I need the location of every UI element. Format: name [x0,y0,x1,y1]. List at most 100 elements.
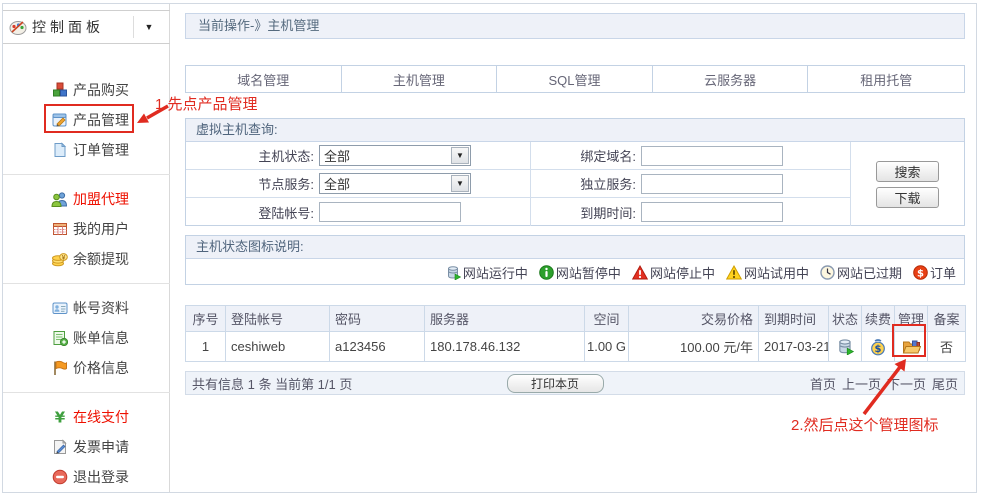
sidebar-item-logout[interactable]: 退出登录 [3,462,170,492]
cell-price: 100.00 元/年 [629,332,759,362]
chevron-down-icon[interactable]: ▼ [451,175,469,192]
field-node-service: 节点服务: 全部 ▼ [186,170,531,198]
site-running-icon [446,265,461,280]
cell-index: 1 [186,332,226,362]
sidebar-group-products: 产品购买 产品管理 订单管理 [3,66,170,174]
sidebar-item-label: 产品购买 [73,80,129,100]
legend-site-expired: 网站已过期 [820,263,902,282]
col-space: 空间 [585,306,629,332]
field-login-account: 登陆帐号: [186,198,531,226]
site-expired-icon [820,265,835,280]
expire-time-label: 到期时间: [531,203,641,222]
sidebar-item-label: 退出登录 [73,467,129,487]
site-running-icon[interactable] [837,338,854,355]
sidebar-item-label: 我的用户 [73,219,129,239]
cell-manage [895,332,928,362]
tab-host-manage[interactable]: 主机管理 [342,66,498,92]
login-account-label: 登陆帐号: [186,203,319,222]
site-stopped-icon [632,265,648,280]
node-service-select[interactable]: 全部 ▼ [319,173,471,194]
pagination-first[interactable]: 首页 [810,374,836,393]
renew-money-icon[interactable]: $ [869,338,887,356]
chevron-down-icon[interactable]: ▼ [134,22,164,32]
sidebar-header-dropdown[interactable]: 控制面板 ▼ [3,10,170,44]
svg-text:$: $ [917,268,924,279]
sidebar-group-payment: ¥ 在线支付 发票申请 退出登录 [3,392,170,500]
chevron-down-icon[interactable]: ▼ [451,147,469,164]
host-status-value: 全部 [324,146,350,165]
sidebar-item-billing-info[interactable]: 账单信息 [3,323,170,353]
independent-service-input[interactable] [641,174,783,194]
field-expire-time: 到期时间: [531,198,851,226]
legend-site-running: 网站运行中 [446,263,528,282]
bound-domain-input[interactable] [641,146,783,166]
host-status-select[interactable]: 全部 ▼ [319,145,471,166]
cell-beian[interactable]: 否 [928,332,966,362]
pagination-next[interactable]: 下一页 [887,374,926,393]
sidebar-item-my-users[interactable]: 我的用户 [3,214,170,244]
pagination-bar: 共有信息 1 条 当前第 1/1 页 打印本页 首页 上一页 下一页 尾页 [185,371,965,395]
tab-cloud-server[interactable]: 云服务器 [653,66,809,92]
order-dollar-icon: $ [913,265,928,280]
print-page-button[interactable]: 打印本页 [507,374,604,393]
sidebar-item-online-pay[interactable]: ¥ 在线支付 [3,402,170,432]
invoice-icon [51,439,68,456]
sidebar-item-price-info[interactable]: 价格信息 [3,353,170,383]
logout-icon [51,469,68,486]
svg-text:¥: ¥ [62,255,66,262]
sidebar-groups: 产品购买 产品管理 订单管理 [3,44,170,500]
download-button[interactable]: 下载 [876,187,939,208]
pagination-prev[interactable]: 上一页 [842,374,881,393]
breadcrumb: 当前操作-》主机管理 [185,13,965,39]
col-status: 状态 [829,306,862,332]
legend-order: $ 订单 [913,263,956,282]
manage-folder-icon[interactable] [902,338,921,356]
query-buttons: 搜索 下载 [851,142,964,226]
sidebar-item-withdraw[interactable]: ¥ 余额提现 [3,244,170,274]
legend-label: 网站暂停中 [556,263,621,282]
tab-bar: 域名管理 主机管理 SQL管理 云服务器 租用托管 [185,65,965,93]
tab-rent-hosting[interactable]: 租用托管 [808,66,964,92]
sidebar-item-invoice[interactable]: 发票申请 [3,432,170,462]
sidebar-item-label: 账单信息 [73,328,129,348]
control-panel-page: 控制面板 ▼ 产品购买 产品管理 [0,0,985,500]
login-account-input[interactable] [319,202,461,222]
product-buy-icon [51,82,68,99]
sidebar-group-account: 帐号资料 账单信息 价格信息 [3,283,170,392]
sidebar: 控制面板 ▼ 产品购买 产品管理 [3,4,170,492]
tab-domain-manage[interactable]: 域名管理 [186,66,342,92]
my-users-icon [51,221,68,238]
withdraw-icon: ¥ [51,251,68,268]
order-manage-icon [51,142,68,159]
sidebar-item-agency[interactable]: 加盟代理 [3,184,170,214]
tab-sql-manage[interactable]: SQL管理 [497,66,653,92]
sidebar-item-label: 余额提现 [73,249,129,269]
col-account: 登陆帐号 [226,306,330,332]
sidebar-item-label: 发票申请 [73,437,129,457]
sidebar-item-order-manage[interactable]: 订单管理 [3,135,170,165]
pagination-last[interactable]: 尾页 [932,374,958,393]
col-password: 密码 [330,306,425,332]
legend-site-stopped: 网站停止中 [632,263,715,282]
sidebar-item-product-buy[interactable]: 产品购买 [3,75,170,105]
query-panel-title: 虚拟主机查询: [186,119,964,142]
cell-server: 180.178.46.132 [425,332,585,362]
expire-time-input[interactable] [641,202,783,222]
sidebar-group-agency: 加盟代理 我的用户 ¥ 余额提现 [3,174,170,283]
cell-password: a123456 [330,332,425,362]
sidebar-title: 控制面板 [32,17,104,37]
search-button[interactable]: 搜索 [876,161,939,182]
col-manage: 管理 [895,306,928,332]
cell-status [829,332,862,362]
field-bound-domain: 绑定域名: [531,142,851,170]
legend-label: 订单 [930,263,956,282]
legend-label: 网站已过期 [837,263,902,282]
sidebar-item-label: 价格信息 [73,358,129,378]
billing-info-icon [51,330,68,347]
account-profile-icon [51,300,68,317]
cell-expire: 2017-03-21 [759,332,829,362]
sidebar-item-account-profile[interactable]: 帐号资料 [3,293,170,323]
pagination-links: 首页 上一页 下一页 尾页 [644,374,959,393]
svg-text:¥: ¥ [54,409,65,425]
sidebar-item-product-manage[interactable]: 产品管理 [3,105,170,135]
